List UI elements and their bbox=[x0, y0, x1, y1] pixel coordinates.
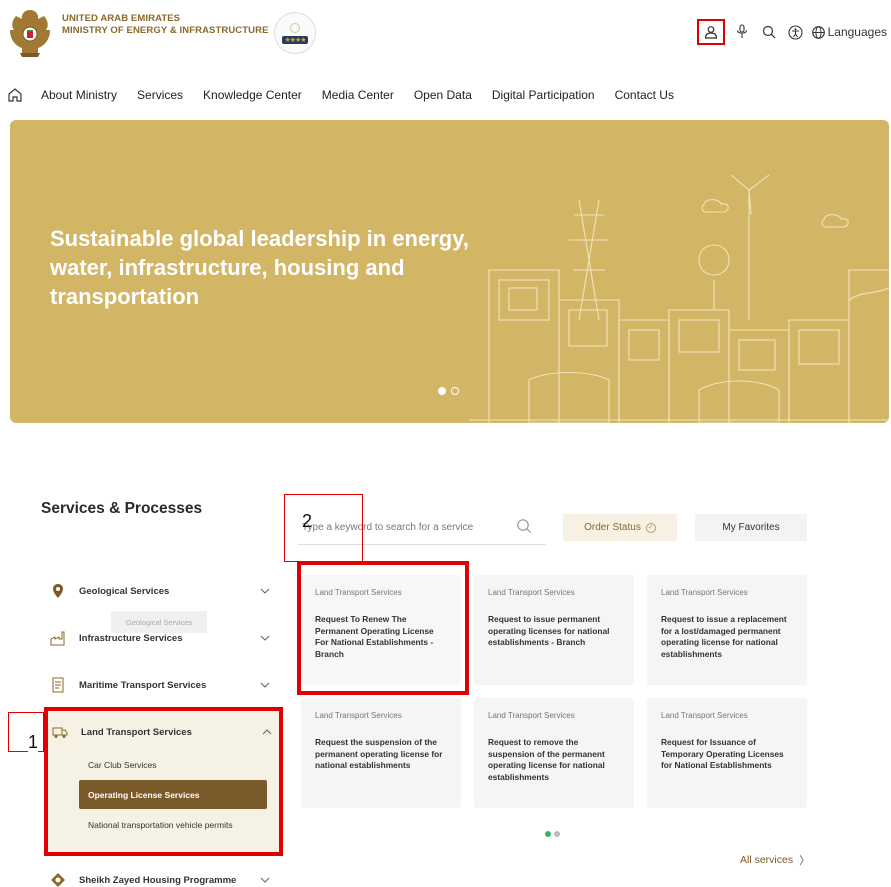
org-line-ministry: MINISTRY OF ENERGY & INFRASTRUCTURE bbox=[62, 25, 269, 36]
map-pin-icon bbox=[53, 584, 63, 598]
search-icon[interactable] bbox=[516, 518, 532, 534]
chevron-down-icon bbox=[260, 682, 270, 688]
service-card-category: Land Transport Services bbox=[661, 588, 748, 597]
languages-label: Languages bbox=[827, 25, 887, 39]
service-card[interactable]: Land Transport Services Request to remov… bbox=[474, 698, 634, 808]
annotation-box-2 bbox=[284, 494, 363, 562]
service-card-category: Land Transport Services bbox=[315, 711, 402, 720]
sun-icon bbox=[290, 22, 300, 33]
service-card[interactable]: Land Transport Services Request for Issu… bbox=[647, 698, 807, 808]
cards-pagination bbox=[545, 831, 563, 837]
org-line-country: UNITED ARAB EMIRATES bbox=[62, 13, 181, 24]
check-circle-icon: ✓ bbox=[645, 522, 656, 533]
service-card[interactable]: Land Transport Services Request to issue… bbox=[474, 575, 634, 685]
category-label: Land Transport Services bbox=[81, 726, 192, 738]
city-skyline-illustration bbox=[469, 174, 889, 423]
main-navigation: About Ministry Services Knowledge Center… bbox=[7, 87, 694, 103]
search-button[interactable] bbox=[757, 20, 781, 44]
category-infrastructure-services[interactable]: Infrastructure Services bbox=[50, 628, 270, 648]
category-label: Infrastructure Services bbox=[79, 632, 183, 644]
service-card-category: Land Transport Services bbox=[488, 711, 575, 720]
stars-icon: ★★★★ bbox=[282, 35, 308, 44]
nav-about-ministry[interactable]: About Ministry bbox=[41, 88, 117, 102]
service-card-category: Land Transport Services bbox=[661, 711, 748, 720]
chevron-down-icon bbox=[260, 877, 270, 883]
my-favorites-button[interactable]: My Favorites bbox=[695, 514, 807, 541]
service-card[interactable]: Land Transport Services Request to issue… bbox=[647, 575, 807, 685]
voice-assistant-button[interactable] bbox=[730, 20, 754, 44]
service-card-title: Request to issue a replacement for a los… bbox=[661, 614, 787, 659]
service-card-title: Request the suspension of the permanent … bbox=[315, 737, 443, 770]
hero-title: Sustainable global leadership in energy,… bbox=[50, 226, 469, 309]
accessibility-icon bbox=[788, 24, 803, 40]
pagination-dot-2[interactable] bbox=[554, 831, 560, 837]
annotation-label-2: 2 bbox=[302, 511, 313, 531]
search-icon bbox=[762, 25, 776, 39]
annotation-label-1: 1 bbox=[28, 732, 39, 753]
all-services-label: All services bbox=[740, 854, 794, 866]
chevron-right-icon: 〉 bbox=[799, 855, 811, 867]
my-favorites-label: My Favorites bbox=[722, 522, 780, 533]
service-card-title: Request for Issuance of Temporary Operat… bbox=[661, 737, 784, 770]
service-card-title: Request to issue permanent operating lic… bbox=[488, 614, 610, 647]
carousel-dot-2[interactable] bbox=[451, 387, 459, 395]
services-section-title: Services & Processes bbox=[41, 500, 203, 517]
languages-button[interactable]: Languages bbox=[811, 25, 887, 39]
factory-icon bbox=[50, 631, 65, 646]
carousel-dot-1[interactable] bbox=[438, 387, 446, 395]
subcategory-national-vehicle-permits[interactable]: National transportation vehicle permits bbox=[88, 820, 233, 830]
subcategory-operating-license-services[interactable]: Operating License Services bbox=[79, 780, 267, 809]
housing-emblem-icon bbox=[51, 873, 65, 887]
nav-knowledge-center[interactable]: Knowledge Center bbox=[203, 88, 302, 102]
highlight-box-selected-card bbox=[297, 561, 469, 695]
globe-icon bbox=[811, 25, 825, 39]
service-card[interactable]: Land Transport Services Request the susp… bbox=[301, 698, 461, 808]
user-icon bbox=[704, 26, 717, 39]
category-geological-services[interactable]: Geological Services bbox=[50, 581, 270, 601]
accessibility-button[interactable] bbox=[784, 20, 808, 44]
star-rating-badge: ★★★★ bbox=[274, 12, 316, 54]
subcategory-car-club-services[interactable]: Car Club Services bbox=[88, 760, 157, 770]
nav-digital-participation[interactable]: Digital Participation bbox=[492, 88, 595, 102]
category-label: Geological Services bbox=[79, 585, 170, 597]
category-land-transport-services[interactable]: Land Transport Services bbox=[52, 722, 272, 742]
header-toolbar: Languages bbox=[694, 19, 887, 45]
nav-services[interactable]: Services bbox=[137, 88, 183, 102]
order-status-label: Order Status bbox=[584, 522, 641, 533]
all-services-link[interactable]: All services 〉 bbox=[740, 852, 810, 868]
nav-contact-us[interactable]: Contact Us bbox=[615, 88, 674, 102]
organization-name[interactable]: UNITED ARAB EMIRATES MINISTRY OF ENERGY … bbox=[62, 13, 269, 37]
category-label: Maritime Transport Services bbox=[79, 679, 207, 691]
document-icon bbox=[52, 677, 64, 693]
home-icon[interactable] bbox=[7, 87, 23, 103]
carousel-dots bbox=[438, 387, 464, 395]
category-label: Sheikh Zayed Housing Programme bbox=[79, 874, 237, 886]
order-status-button[interactable]: Order Status ✓ bbox=[563, 514, 677, 541]
category-sheikh-zayed-housing[interactable]: Sheikh Zayed Housing Programme bbox=[50, 870, 270, 887]
chevron-down-icon bbox=[260, 635, 270, 641]
chevron-down-icon bbox=[260, 588, 270, 594]
uae-emblem-logo bbox=[10, 10, 50, 57]
hero-banner: Sustainable global leadership in energy,… bbox=[10, 120, 889, 423]
microphone-icon bbox=[736, 24, 747, 38]
user-login-button[interactable] bbox=[696, 19, 725, 45]
category-maritime-transport-services[interactable]: Maritime Transport Services bbox=[50, 675, 270, 695]
land-transport-panel: Land Transport Services Car Club Service… bbox=[44, 707, 283, 856]
service-card-category: Land Transport Services bbox=[488, 588, 575, 597]
pagination-dot-1[interactable] bbox=[545, 831, 551, 837]
nav-media-center[interactable]: Media Center bbox=[322, 88, 394, 102]
truck-icon bbox=[52, 727, 68, 738]
chevron-up-icon bbox=[262, 729, 272, 735]
annotation-box-1 bbox=[8, 712, 44, 752]
service-card-title: Request to remove the suspension of the … bbox=[488, 737, 605, 782]
nav-open-data[interactable]: Open Data bbox=[414, 88, 472, 102]
